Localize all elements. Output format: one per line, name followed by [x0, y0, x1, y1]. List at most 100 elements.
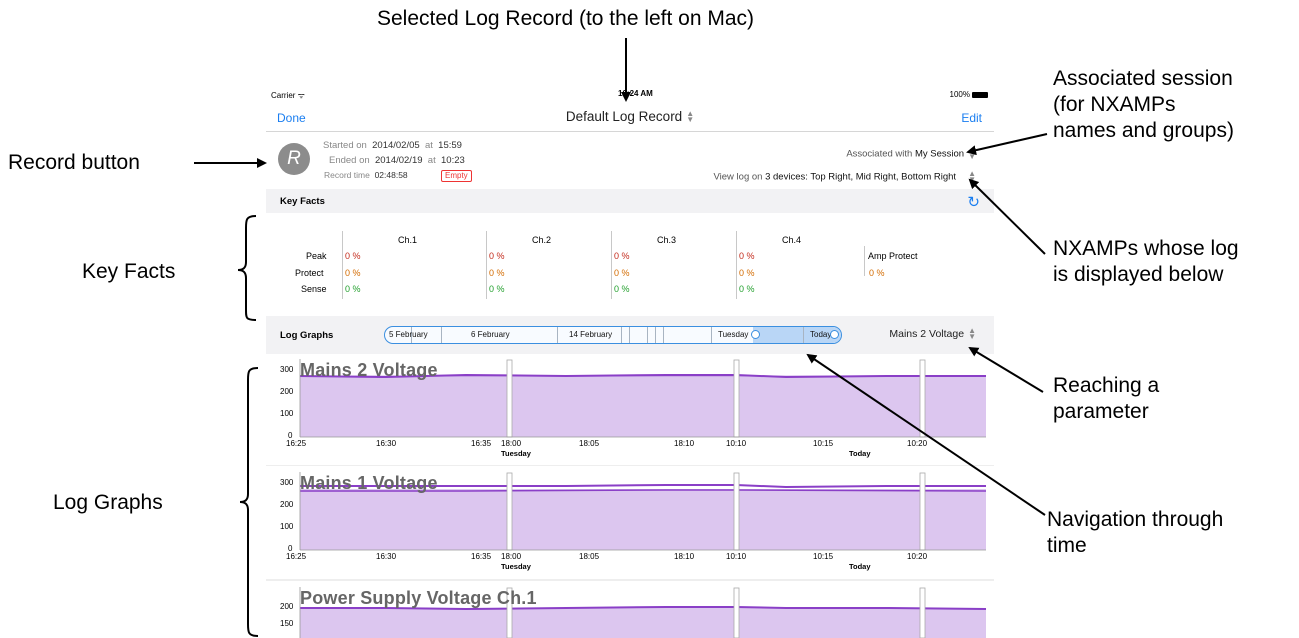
up-down-icon: ▲ ▼: [968, 146, 976, 161]
log-graph[interactable]: Mains 2 Voltage 300 200 100 0 16:25 16:3…: [266, 354, 994, 466]
annotation-nxamps-log: NXAMPs whose log is displayed below: [1053, 237, 1239, 286]
y-tick: 150: [280, 619, 294, 628]
x-tick: 10:20: [907, 439, 928, 448]
x-tick: 18:10: [674, 552, 695, 561]
protect-value: 0 %: [614, 268, 630, 278]
annotation-navigation: Navigation through time: [1047, 508, 1224, 557]
y-tick: 100: [280, 522, 294, 531]
timeline-label: 14 February: [569, 330, 613, 339]
amp-protect-value: 0 %: [869, 268, 885, 278]
day-label: Tuesday: [501, 449, 531, 458]
record-time-value: 02:48:58: [374, 170, 408, 180]
key-facts-title: Key Facts: [280, 196, 325, 207]
status-bar: Carrier ᯤ 10:24 AM 100%: [266, 84, 994, 104]
sense-value: 0 %: [345, 284, 361, 294]
channel-header: Ch.3: [657, 235, 677, 245]
row-label-peak: Peak: [306, 251, 327, 261]
protect-value: 0 %: [345, 268, 361, 278]
log-graph[interactable]: Power Supply Voltage Ch.1 200 150: [266, 582, 994, 638]
x-tick: 16:25: [286, 439, 307, 448]
divider: [611, 231, 612, 299]
timeline-tick: [441, 327, 442, 343]
started-date[interactable]: 2014/02/05: [372, 140, 420, 151]
timeline-label: Today: [810, 330, 832, 339]
up-down-icon: ▲ ▼: [686, 109, 695, 125]
up-down-icon: ▲ ▼: [968, 169, 976, 184]
timeline-tick: [663, 327, 664, 343]
x-tick: 18:05: [579, 552, 600, 561]
annotation-key-facts: Key Facts: [82, 260, 176, 283]
protect-value: 0 %: [489, 268, 505, 278]
log-graphs-header: Log Graphs 5 February 6 February 14 Febr…: [266, 316, 994, 354]
timeline-tick: [655, 327, 656, 343]
x-tick: 18:00: [501, 552, 522, 561]
x-tick: 10:15: [813, 552, 834, 561]
y-tick: 200: [280, 602, 294, 611]
day-label: Today: [849, 562, 871, 571]
log-graph[interactable]: Mains 1 Voltage 300 200 100 0 16:25 16:3…: [266, 467, 994, 581]
timeline-end-handle[interactable]: [830, 330, 839, 339]
battery-indicator: 100%: [950, 90, 988, 99]
protect-value: 0 %: [739, 268, 755, 278]
empty-badge-wrap: Empty: [441, 170, 472, 182]
timeline-tick: [711, 327, 712, 343]
annotation-log-graphs: Log Graphs: [53, 491, 163, 514]
x-tick: 16:30: [376, 439, 397, 448]
divider: [342, 231, 343, 299]
parameter-selector[interactable]: Mains 2 Voltage ▲ ▼: [889, 326, 976, 342]
sense-value: 0 %: [489, 284, 505, 294]
ended-date[interactable]: 2014/02/19: [375, 155, 423, 166]
row-label-sense: Sense: [301, 284, 327, 294]
log-record-selector[interactable]: Default Log Record ▲ ▼: [266, 109, 994, 124]
started-row: Started on 2014/02/05 at 15:59: [323, 140, 462, 151]
graph-title: Mains 2 Voltage: [300, 360, 438, 380]
x-tick: 18:10: [674, 439, 695, 448]
timeline-label: Tuesday: [718, 330, 749, 339]
annotation-reaching-parameter: Reaching a parameter: [1053, 374, 1160, 423]
day-label: Tuesday: [501, 562, 531, 571]
peak-value: 0 %: [614, 251, 630, 261]
record-button[interactable]: R: [278, 143, 310, 175]
timeline-label: 6 February: [471, 330, 510, 339]
edit-button[interactable]: Edit: [961, 111, 982, 125]
ended-time[interactable]: 10:23: [441, 155, 465, 166]
status-time: 10:24 AM: [618, 89, 653, 98]
log-graphs-title: Log Graphs: [280, 330, 334, 341]
y-tick: 100: [280, 409, 294, 418]
timeline-tick: [647, 327, 648, 343]
x-tick: 18:00: [501, 439, 522, 448]
y-tick: 300: [280, 365, 294, 374]
empty-badge[interactable]: Empty: [441, 170, 472, 182]
x-tick: 16:25: [286, 552, 307, 561]
sense-value: 0 %: [739, 284, 755, 294]
x-tick: 10:20: [907, 552, 928, 561]
day-label: Today: [849, 449, 871, 458]
view-log-devices-selector[interactable]: View log on 3 devices: Top Right, Mid Ri…: [714, 169, 977, 184]
x-tick: 10:10: [726, 439, 747, 448]
amp-protect-label: Amp Protect: [868, 251, 918, 261]
divider: [736, 231, 737, 299]
timeline-label: 5 February: [389, 330, 428, 339]
battery-icon: [972, 91, 988, 98]
divider: [864, 246, 865, 276]
refresh-icon[interactable]: ↻: [967, 193, 980, 211]
channel-header: Ch.2: [532, 235, 552, 245]
timeline-start-handle[interactable]: [751, 330, 760, 339]
ipad-screen: Carrier ᯤ 10:24 AM 100% Done Default Log…: [266, 84, 994, 638]
carrier-label: Carrier ᯤ: [271, 91, 305, 100]
up-down-icon: ▲ ▼: [968, 326, 976, 342]
x-tick: 10:15: [813, 439, 834, 448]
timeline-tick: [803, 327, 804, 343]
sense-value: 0 %: [614, 284, 630, 294]
associated-session-selector[interactable]: Associated with My Session ▲ ▼: [846, 146, 976, 161]
ended-row: Ended on 2014/02/19 at 10:23: [329, 155, 465, 166]
timeline-tick: [557, 327, 558, 343]
y-tick: 200: [280, 500, 294, 509]
x-tick: 16:35: [471, 439, 492, 448]
x-tick: 16:35: [471, 552, 492, 561]
peak-value: 0 %: [345, 251, 361, 261]
time-navigation-slider[interactable]: 5 February 6 February 14 February Tuesda…: [384, 326, 842, 344]
started-time[interactable]: 15:59: [438, 140, 462, 151]
row-label-protect: Protect: [295, 268, 324, 278]
channel-header: Ch.4: [782, 235, 802, 245]
